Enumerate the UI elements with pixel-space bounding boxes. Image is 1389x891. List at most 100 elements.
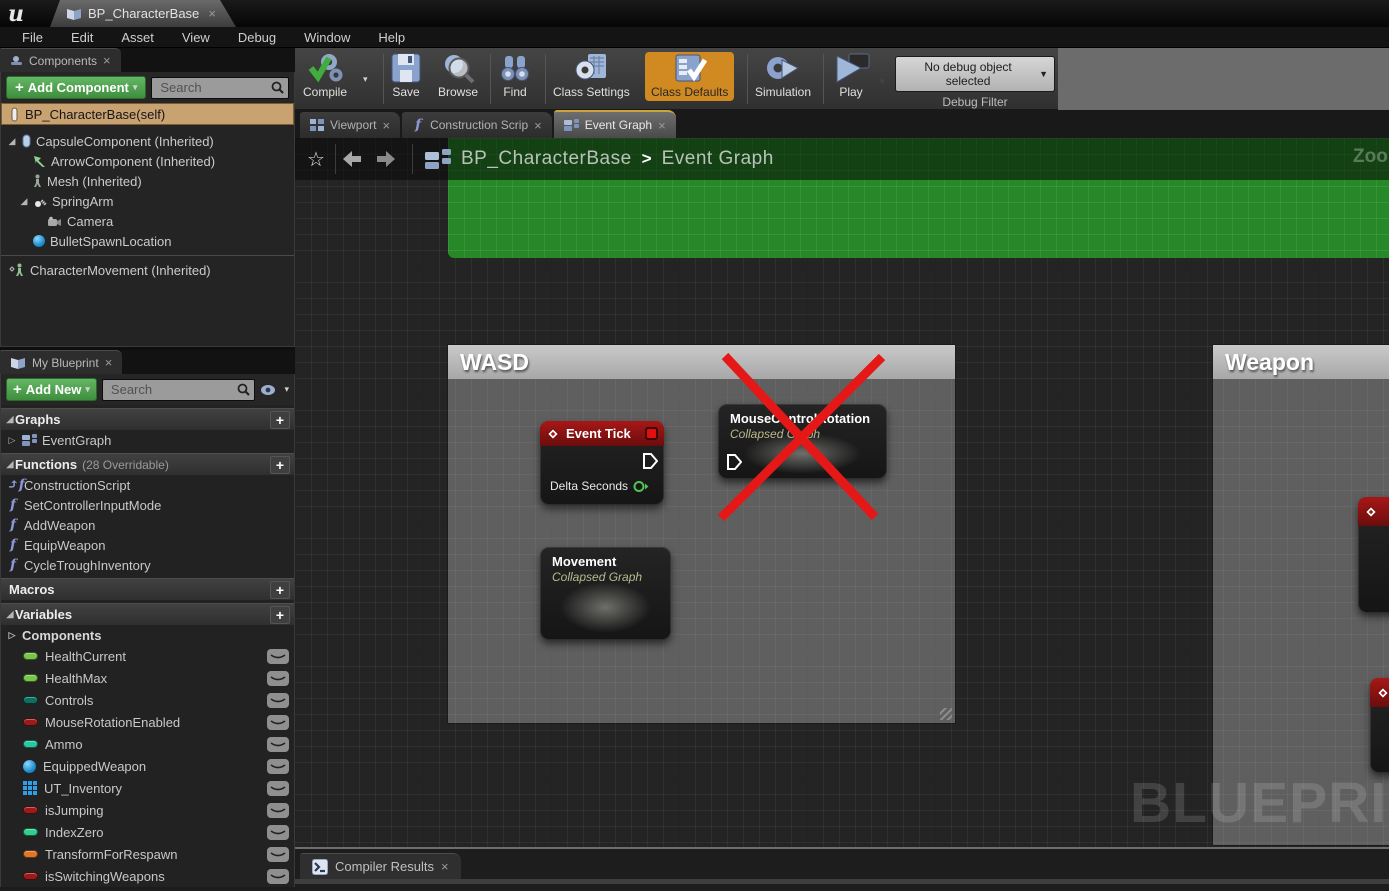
tab-event-graph[interactable]: Event Graph ×	[554, 110, 676, 138]
exec-input-pin[interactable]	[726, 453, 742, 471]
node-mouse-control-rotation[interactable]: MouseControlRotation Collapsed Graph	[718, 404, 887, 479]
function-row[interactable]: f CycleTroughInventory	[1, 555, 294, 575]
menu-file[interactable]: File	[10, 28, 55, 47]
exec-output-pin[interactable]	[642, 452, 658, 470]
simulation-button[interactable]: Simulation	[755, 52, 811, 99]
variable-visibility-eye-icon[interactable]	[267, 649, 289, 664]
menu-view[interactable]: View	[170, 28, 222, 47]
functions-section-header[interactable]: ◢ Functions (28 Overridable) +	[1, 453, 294, 475]
menu-asset[interactable]: Asset	[109, 28, 166, 47]
variable-visibility-eye-icon[interactable]	[267, 825, 289, 840]
variable-row[interactable]: Ammo	[1, 733, 294, 755]
float-output-pin[interactable]	[633, 480, 649, 493]
play-button[interactable]: Play	[831, 52, 871, 99]
tab-compiler-results[interactable]: Compiler Results ×	[300, 853, 461, 879]
component-row-mesh[interactable]: Mesh (Inherited)	[1, 171, 294, 191]
variable-row[interactable]: EquippedWeapon	[1, 755, 294, 777]
unreal-engine-logo-icon[interactable]: u	[8, 1, 44, 26]
variable-visibility-eye-icon[interactable]	[267, 847, 289, 862]
tab-close-icon[interactable]: ×	[382, 118, 390, 133]
component-row-bulletspawn[interactable]: BulletSpawnLocation	[1, 231, 294, 251]
add-graph-button[interactable]: +	[270, 411, 290, 429]
comment-resize-grip[interactable]	[940, 708, 952, 720]
comment-box-wasd[interactable]: WASD	[448, 345, 955, 723]
variables-section-header[interactable]: ◢ Variables +	[1, 603, 294, 625]
collapsed-expander-icon[interactable]: ▷	[7, 435, 17, 446]
variable-visibility-eye-icon[interactable]	[267, 781, 289, 796]
menu-edit[interactable]: Edit	[59, 28, 105, 47]
component-row-charactermovement[interactable]: CharacterMovement (Inherited)	[1, 260, 294, 280]
tab-viewport[interactable]: Viewport ×	[300, 112, 400, 138]
variable-visibility-eye-icon[interactable]	[267, 803, 289, 818]
my-blueprint-search-input[interactable]	[102, 379, 256, 401]
add-macro-button[interactable]: +	[270, 581, 290, 599]
collapsed-expander-icon[interactable]: ▷	[7, 630, 17, 641]
tab-construction-script[interactable]: f Construction Scrip ×	[402, 112, 552, 138]
tab-my-blueprint[interactable]: My Blueprint ×	[0, 350, 122, 374]
save-button[interactable]: Save	[389, 52, 423, 99]
variable-row[interactable]: HealthMax	[1, 667, 294, 689]
tab-close-icon[interactable]: ×	[658, 118, 666, 133]
visibility-filter-button[interactable]: ▾	[260, 384, 289, 396]
node-event-tick[interactable]: Event Tick Delta Seconds	[540, 421, 664, 505]
variable-row[interactable]: isJumping	[1, 799, 294, 821]
debug-object-dropdown[interactable]: No debug object selected ▼	[895, 56, 1055, 92]
function-row[interactable]: f SetControllerInputMode	[1, 495, 294, 515]
comment-wasd-header[interactable]: WASD	[448, 345, 955, 379]
component-row-camera[interactable]: Camera	[1, 211, 294, 231]
event-tick-header[interactable]: Event Tick	[540, 421, 664, 446]
variable-visibility-eye-icon[interactable]	[267, 737, 289, 752]
function-row[interactable]: ⤴f ConstructionScript	[1, 475, 294, 495]
variable-visibility-eye-icon[interactable]	[267, 671, 289, 686]
variable-visibility-eye-icon[interactable]	[267, 869, 289, 884]
menu-debug[interactable]: Debug	[226, 28, 288, 47]
play-options-chevron-icon[interactable]: ▾	[880, 76, 885, 87]
variable-visibility-eye-icon[interactable]	[267, 759, 289, 774]
node-movement[interactable]: Movement Collapsed Graph	[540, 547, 671, 640]
comment-weapon-header[interactable]: Weapon	[1213, 345, 1389, 379]
tab-components[interactable]: Components ×	[0, 48, 121, 72]
variable-row[interactable]: IndexZero	[1, 821, 294, 843]
variable-row[interactable]: MouseRotationEnabled	[1, 711, 294, 733]
function-row[interactable]: f EquipWeapon	[1, 535, 294, 555]
variable-row[interactable]: TransformForRespawn	[1, 843, 294, 865]
expander-icon[interactable]: ◢	[7, 136, 17, 147]
component-row-arrow[interactable]: ArrowComponent (Inherited)	[1, 151, 294, 171]
component-row-capsule[interactable]: ◢ CapsuleComponent (Inherited)	[1, 131, 294, 151]
function-row[interactable]: f AddWeapon	[1, 515, 294, 535]
graphs-section-header[interactable]: ◢ Graphs +	[1, 408, 294, 430]
variable-row[interactable]: Controls	[1, 689, 294, 711]
variable-visibility-eye-icon[interactable]	[267, 715, 289, 730]
component-row-self[interactable]: BP_CharacterBase(self)	[1, 103, 294, 125]
compiler-tab-close-icon[interactable]: ×	[441, 859, 449, 874]
breadcrumb-current[interactable]: Event Graph	[662, 148, 774, 170]
variable-row[interactable]: isSwitchingWeapons	[1, 865, 294, 887]
node-clipped-event-1[interactable]	[1358, 497, 1389, 613]
breadcrumb-root[interactable]: BP_CharacterBase	[461, 148, 632, 170]
node-clipped-event-2[interactable]	[1370, 678, 1389, 773]
compile-options-chevron-icon[interactable]: ▾	[363, 74, 368, 85]
components-search-input[interactable]	[151, 77, 289, 99]
expander-icon[interactable]: ◢	[19, 196, 29, 207]
tab-close-icon[interactable]: ×	[534, 118, 542, 133]
add-function-button[interactable]: +	[270, 456, 290, 474]
variable-row[interactable]: UT_Inventory	[1, 777, 294, 799]
variable-row[interactable]: HealthCurrent	[1, 645, 294, 667]
bookmark-star-icon[interactable]: ☆	[303, 147, 329, 172]
graph-row-eventgraph[interactable]: ▷ EventGraph	[1, 430, 294, 450]
class-settings-button[interactable]: Class Settings	[553, 52, 630, 99]
event-graph-canvas[interactable]: ☆ BP_CharacterBase > Event Graph Zoom WA…	[295, 138, 1389, 849]
asset-window-tab[interactable]: BP_CharacterBase ×	[50, 0, 236, 27]
nav-forward-icon[interactable]	[376, 151, 402, 167]
class-defaults-button[interactable]: Class Defaults	[645, 52, 734, 101]
component-row-springarm[interactable]: ◢ SpringArm	[1, 191, 294, 211]
components-tab-close-icon[interactable]: ×	[103, 53, 111, 68]
browse-button[interactable]: Browse	[438, 52, 478, 99]
add-variable-button[interactable]: +	[270, 606, 290, 624]
find-button[interactable]: Find	[497, 52, 533, 99]
variable-visibility-eye-icon[interactable]	[267, 693, 289, 708]
add-component-button[interactable]: + Add Component ▾	[6, 76, 146, 99]
variables-category-components[interactable]: ▷ Components	[1, 625, 294, 645]
menu-help[interactable]: Help	[366, 28, 417, 47]
compile-button[interactable]: Compile	[303, 52, 347, 99]
